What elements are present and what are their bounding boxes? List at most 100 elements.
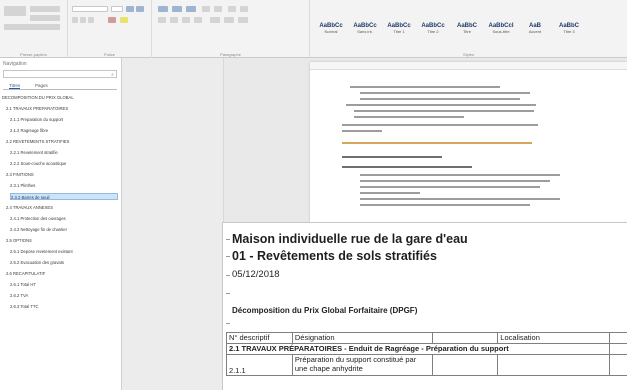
sort-button[interactable] bbox=[228, 6, 236, 12]
navigation-heading-item[interactable]: 2.6.1 Total HT bbox=[10, 281, 118, 288]
doc-text-line bbox=[360, 180, 550, 182]
copy-button[interactable] bbox=[30, 15, 60, 21]
doc-text-line bbox=[360, 98, 520, 100]
cut-button[interactable] bbox=[30, 6, 60, 12]
document-page[interactable] bbox=[310, 62, 627, 230]
clipboard-group-label: Presse-papiers bbox=[20, 52, 47, 57]
style-no-spacing[interactable]: AaBbCc Sans int. bbox=[350, 23, 380, 37]
section-heading: Décomposition du Prix Global Forfaitaire… bbox=[232, 306, 418, 315]
table-cell bbox=[609, 343, 627, 355]
table-group-row: 2.1 TRAVAUX PRÉPARATOIRES - Enduit de Ra… bbox=[225, 343, 627, 355]
navigation-heading-item[interactable]: 2.1 TRAVAUX PREPARATOIRES bbox=[6, 105, 118, 112]
paragraph-mark bbox=[226, 293, 230, 294]
navigation-heading-item[interactable]: 2.2 REVETEMENTS STRATIFIES bbox=[6, 138, 118, 145]
increase-indent-button[interactable] bbox=[214, 6, 222, 12]
navigation-heading-item[interactable]: 2.2.1 Revetement stratifie bbox=[10, 149, 118, 156]
dpgf-table: N° descriptif Désignation Localisation 2… bbox=[225, 332, 627, 376]
navigation-heading-item[interactable]: 2.3.1 Plinthes bbox=[10, 182, 118, 189]
style-heading-3[interactable]: AaBbC Titre 3 bbox=[554, 23, 584, 37]
style-heading-1[interactable]: AaBbCc Titre 1 bbox=[384, 23, 414, 37]
justify-button[interactable] bbox=[194, 17, 202, 23]
doc-text-line bbox=[346, 104, 536, 106]
navigation-search-input[interactable]: ⌕ bbox=[3, 70, 117, 78]
style-emphasis[interactable]: AaB Accent bbox=[520, 23, 550, 37]
style-title[interactable]: AaBbC Titre bbox=[452, 23, 482, 37]
paragraph-mark bbox=[226, 239, 230, 240]
column-header: N° descriptif bbox=[226, 332, 293, 344]
item-number-cell: 2.1.1 bbox=[226, 354, 293, 376]
align-center-button[interactable] bbox=[170, 17, 178, 23]
line-spacing-button[interactable] bbox=[210, 17, 220, 23]
navigation-heading-item[interactable]: 2.2.2 Sous-couche acoustique bbox=[10, 160, 118, 167]
format-painter-button[interactable] bbox=[4, 24, 60, 30]
highlight-button[interactable] bbox=[120, 17, 128, 23]
grow-font-button[interactable] bbox=[126, 6, 134, 12]
doc-text-line bbox=[360, 198, 560, 200]
column-header: Désignation bbox=[291, 332, 433, 344]
navigation-heading-item[interactable]: 2.1.1 Preparation du support bbox=[10, 116, 118, 123]
navigation-heading-item[interactable]: DECOMPOSITION DU PRIX GLOBAL bbox=[2, 94, 118, 101]
navigation-heading-item[interactable]: 2.6 RECAPITULATIF bbox=[6, 270, 118, 277]
column-header bbox=[609, 332, 627, 344]
italic-button[interactable] bbox=[80, 17, 86, 23]
paste-button[interactable] bbox=[4, 6, 26, 16]
doc-text-line bbox=[354, 110, 534, 112]
shading-button[interactable] bbox=[224, 17, 234, 23]
multilevel-list-button[interactable] bbox=[186, 6, 196, 12]
navigation-heading-item[interactable]: 2.3 FINITIONS bbox=[6, 171, 118, 178]
doc-text-line bbox=[360, 174, 560, 176]
align-right-button[interactable] bbox=[182, 17, 190, 23]
navigation-heading-item[interactable]: 2.4 TRAVAUX ANNEXES bbox=[6, 204, 118, 211]
navigation-heading-item[interactable]: 2.4.1 Protection des ouvrages bbox=[10, 215, 118, 222]
font-color-button[interactable] bbox=[108, 17, 116, 23]
column-header bbox=[431, 332, 499, 344]
navigation-heading-item[interactable]: 2.1.2 Ragreage fibre bbox=[10, 127, 118, 134]
shrink-font-button[interactable] bbox=[136, 6, 144, 12]
styles-group-label: Styles bbox=[463, 52, 474, 57]
tab-headings[interactable]: Titres bbox=[9, 83, 21, 89]
bold-button[interactable] bbox=[72, 17, 78, 23]
borders-button[interactable] bbox=[238, 17, 248, 23]
document-subtitle: 01 - Revêtements de sols stratifiés bbox=[232, 249, 437, 263]
table-cell bbox=[431, 354, 499, 376]
doc-text-line bbox=[342, 124, 538, 126]
navigation-heading-item[interactable]: 2.6.2 TVA bbox=[10, 292, 118, 299]
numbering-button[interactable] bbox=[172, 6, 182, 12]
doc-text-line bbox=[342, 156, 442, 158]
underline-button[interactable] bbox=[88, 17, 94, 23]
tab-pages[interactable]: Pages bbox=[35, 83, 48, 88]
paragraph-mark bbox=[226, 275, 230, 276]
style-normal[interactable]: AaBbCc Normal bbox=[316, 23, 346, 37]
show-marks-button[interactable] bbox=[240, 6, 248, 12]
style-subtitle[interactable]: AaBbCcI Sous-titre bbox=[486, 23, 516, 37]
designation-cell: Préparation du support constitué par une… bbox=[291, 354, 433, 376]
font-name-select[interactable] bbox=[72, 6, 108, 12]
search-icon: ⌕ bbox=[111, 72, 114, 78]
style-heading-2[interactable]: AaBbCc Titre 2 bbox=[418, 23, 448, 37]
paragraph-mark bbox=[226, 323, 230, 324]
group-heading-cell: 2.1 TRAVAUX PRÉPARATOIRES - Enduit de Ra… bbox=[225, 343, 611, 355]
zoomed-document-excerpt: Maison individuelle rue de la gare d'eau… bbox=[222, 222, 627, 390]
decrease-indent-button[interactable] bbox=[202, 6, 210, 12]
navigation-heading-item[interactable]: 2.5 OPTIONS bbox=[6, 237, 118, 244]
navigation-heading-item[interactable]: 2.6.3 Total TTC bbox=[10, 303, 118, 310]
doc-text-line bbox=[360, 192, 420, 194]
font-size-select[interactable] bbox=[111, 6, 123, 12]
navigation-heading-item[interactable]: 2.3.2 Barres de seuil bbox=[10, 193, 118, 200]
bullets-button[interactable] bbox=[158, 6, 168, 12]
navigation-heading-item[interactable]: 2.5.2 Evacuation des gravats bbox=[10, 259, 118, 266]
table-cell bbox=[609, 354, 627, 376]
doc-text-line bbox=[354, 116, 464, 118]
align-left-button[interactable] bbox=[158, 17, 166, 23]
document-date: 05/12/2018 bbox=[232, 269, 280, 280]
paragraph-mark bbox=[226, 256, 230, 257]
document-margin-area bbox=[122, 58, 224, 390]
document-title: Maison individuelle rue de la gare d'eau bbox=[232, 232, 468, 246]
navigation-heading-item[interactable]: 2.5.1 Depose revetement existant bbox=[10, 248, 118, 255]
navigation-heading-item[interactable]: 2.4.2 Nettoyage fin de chantier bbox=[10, 226, 118, 233]
doc-section-heading bbox=[342, 142, 532, 144]
font-group: Police bbox=[68, 0, 152, 58]
localisation-cell bbox=[497, 354, 611, 376]
table-row: 2.1.1 Préparation du support constitué p… bbox=[226, 354, 627, 376]
horizontal-ruler bbox=[310, 62, 627, 70]
